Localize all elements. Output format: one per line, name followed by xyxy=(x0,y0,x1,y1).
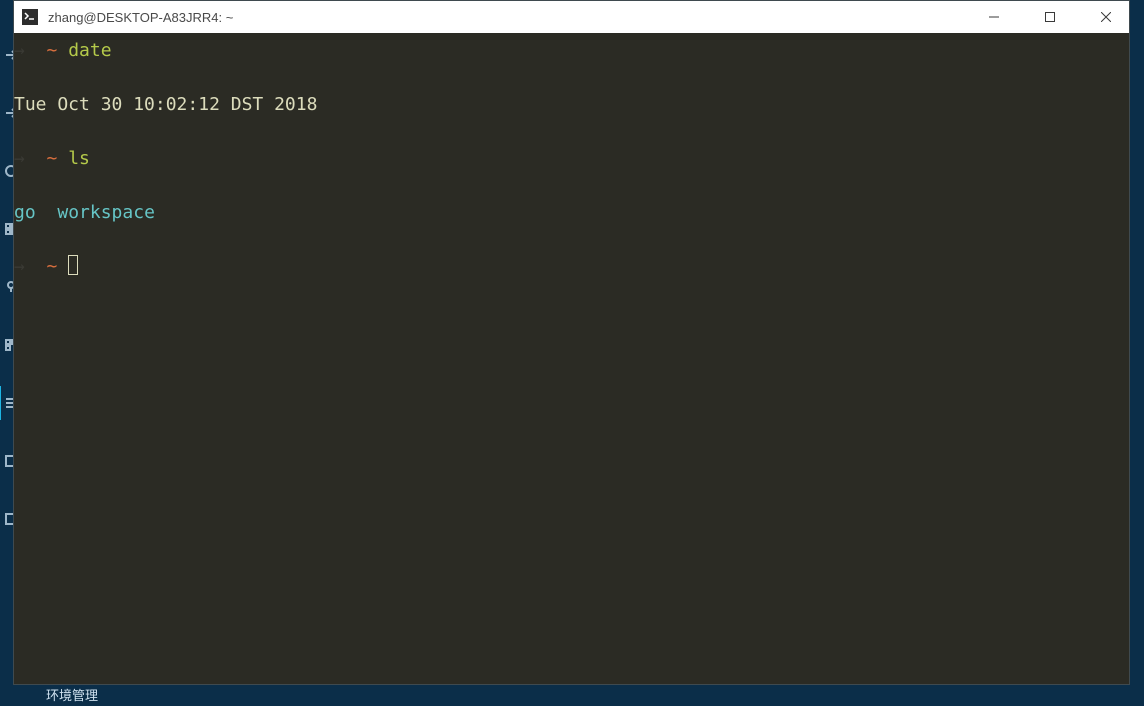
terminal-output: go workspace xyxy=(14,199,1129,226)
minimize-button[interactable] xyxy=(971,1,1017,33)
terminal-app-icon xyxy=(22,9,38,25)
terminal-line: → ~ xyxy=(14,253,1129,280)
bottom-bar-label: 环境管理 xyxy=(46,685,98,704)
prompt-arrow-icon: → xyxy=(14,148,47,169)
terminal-line: → ~ ls xyxy=(14,145,1129,172)
prompt-path: ~ xyxy=(47,256,58,277)
command-text: ls xyxy=(68,148,90,169)
directory-name: go xyxy=(14,202,36,223)
terminal-cursor xyxy=(68,255,78,275)
window-title: zhang@DESKTOP-A83JRR4: ~ xyxy=(48,10,233,25)
prompt-arrow-icon: → xyxy=(14,40,47,61)
terminal-body[interactable]: → ~ date Tue Oct 30 10:02:12 DST 2018 → … xyxy=(14,33,1129,684)
prompt-path: ~ xyxy=(47,148,58,169)
directory-name: workspace xyxy=(57,202,155,223)
window-titlebar[interactable]: zhang@DESKTOP-A83JRR4: ~ xyxy=(14,1,1129,33)
maximize-button[interactable] xyxy=(1027,1,1073,33)
prompt-arrow-icon: → xyxy=(14,256,47,277)
prompt-path: ~ xyxy=(47,40,58,61)
bottom-bar: 环境管理 xyxy=(0,682,260,706)
terminal-window: zhang@DESKTOP-A83JRR4: ~ → ~ date Tue Oc… xyxy=(13,0,1130,685)
terminal-line: → ~ date xyxy=(14,37,1129,64)
terminal-output: Tue Oct 30 10:02:12 DST 2018 xyxy=(14,91,1129,118)
command-text: date xyxy=(68,40,111,61)
close-button[interactable] xyxy=(1083,1,1129,33)
